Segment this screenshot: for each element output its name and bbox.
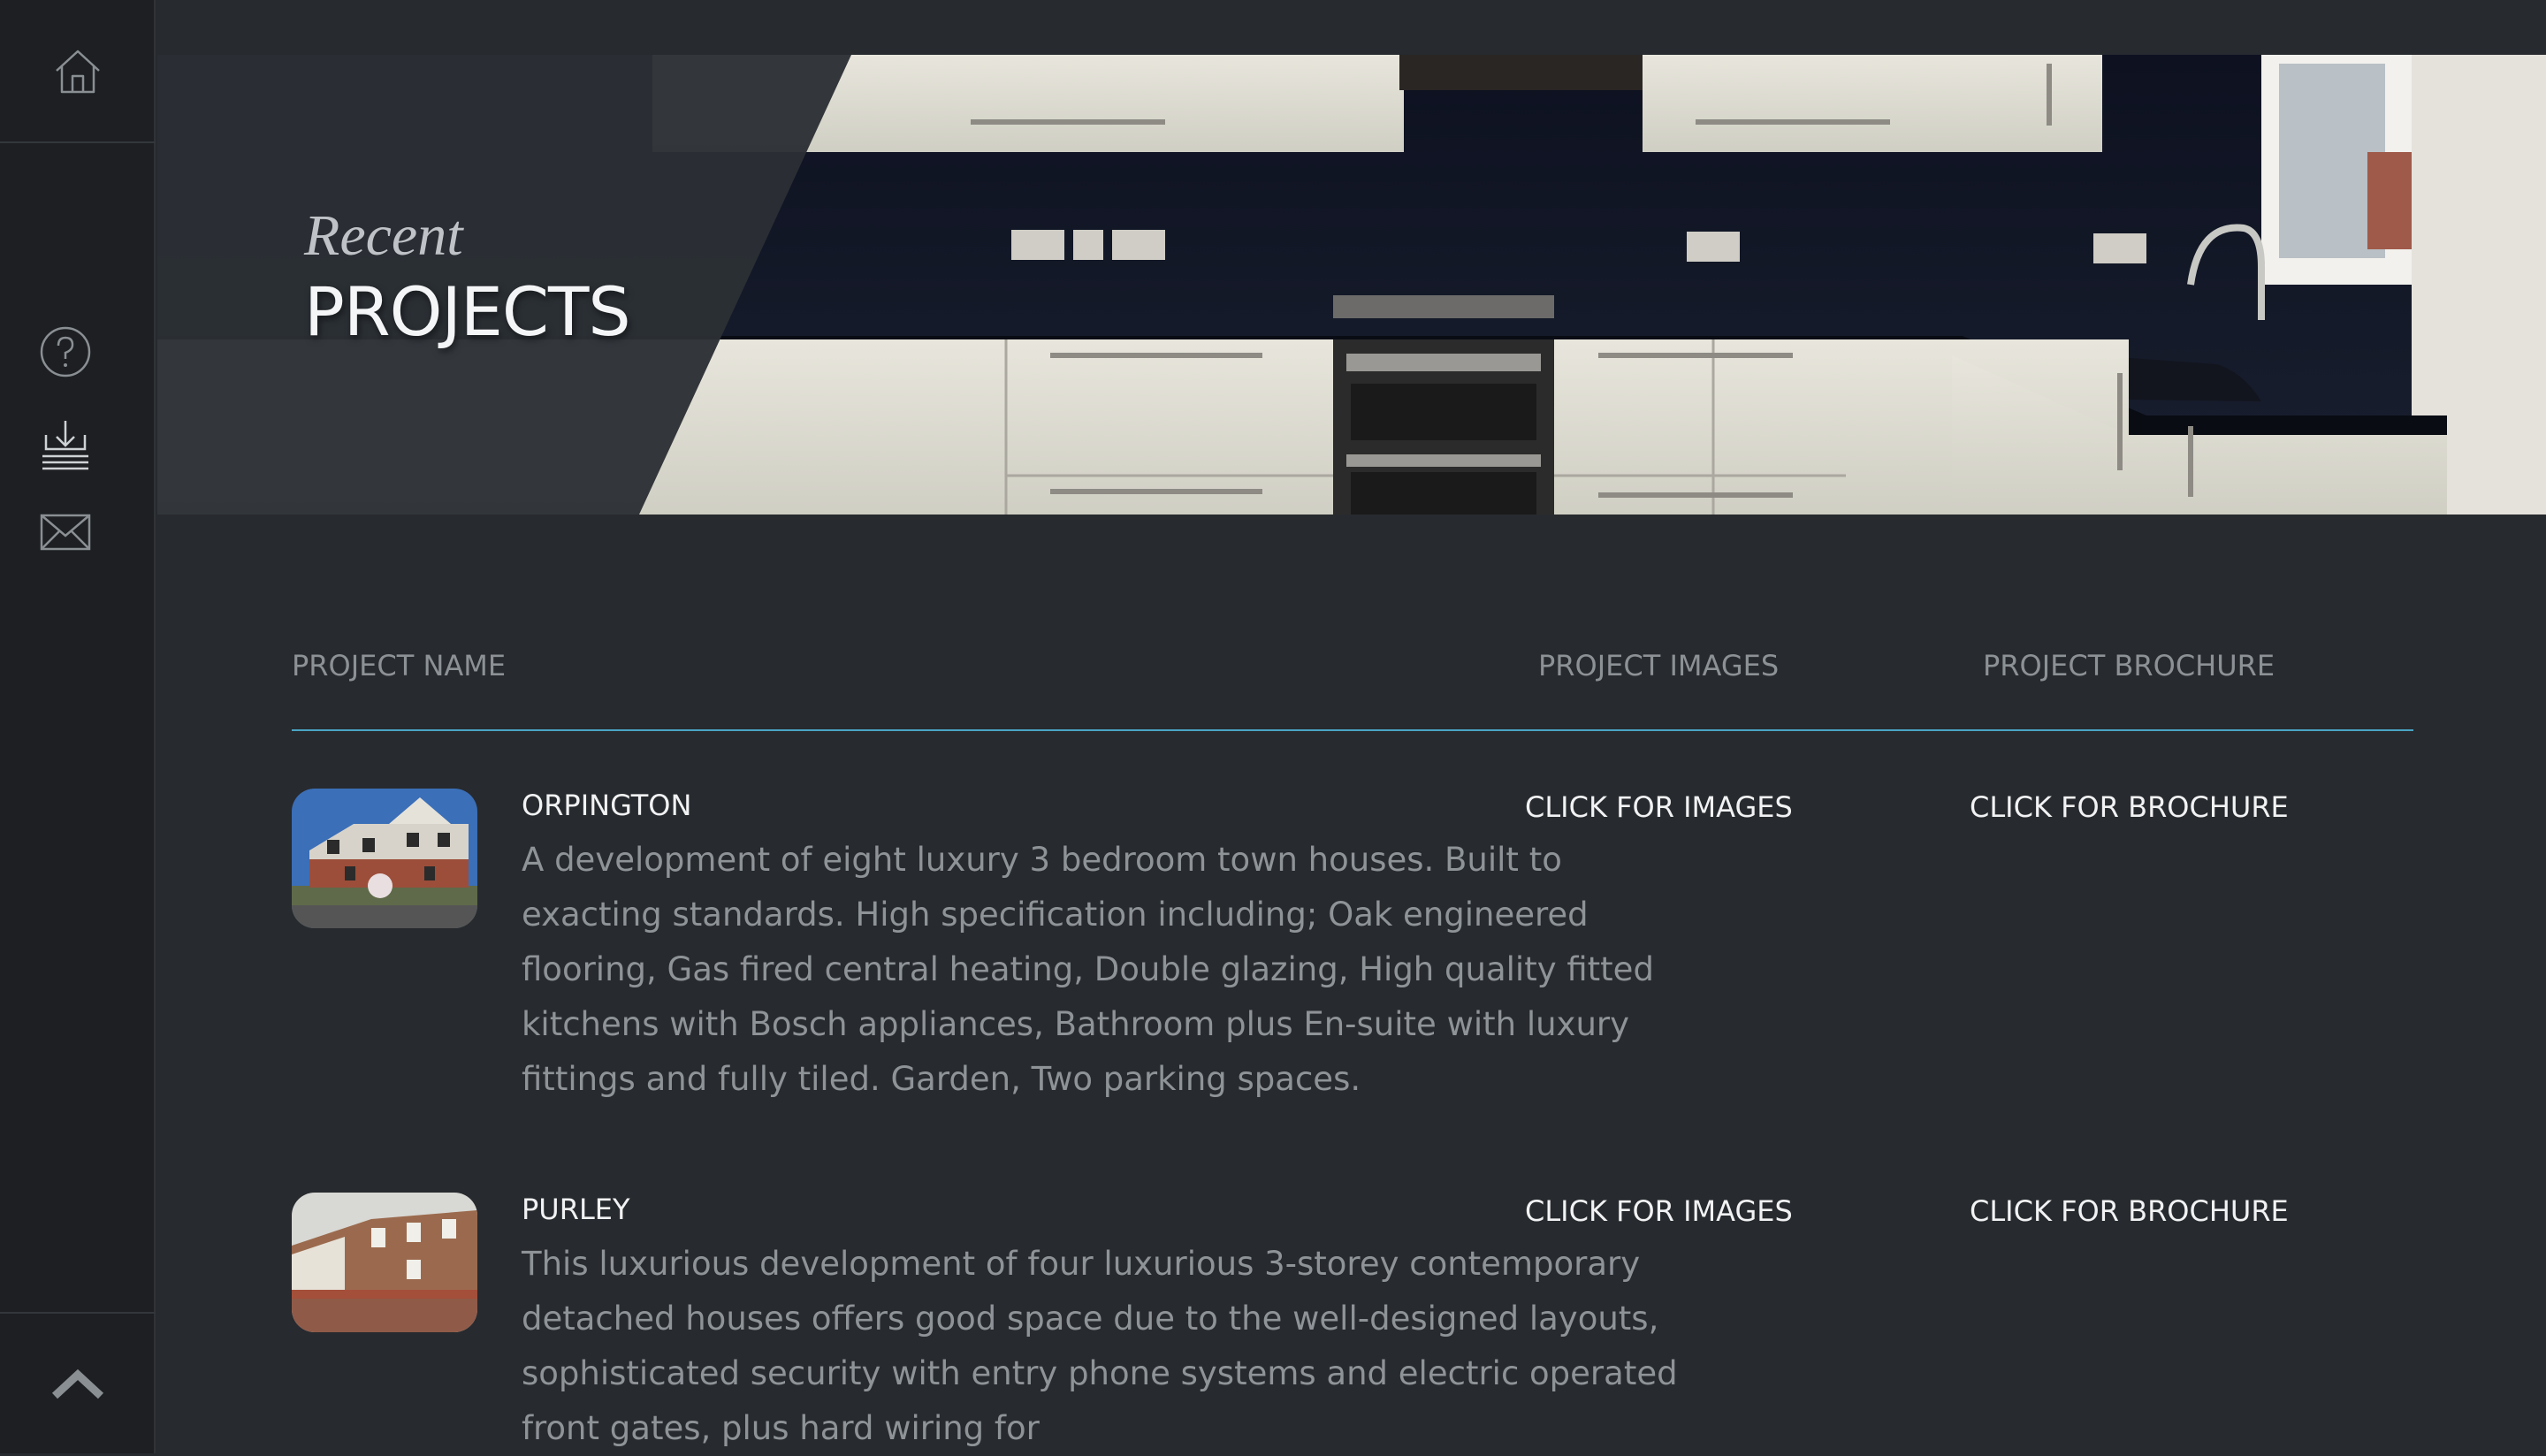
hero-banner: Recent PROJECTS: [157, 55, 2546, 515]
project-thumbnail[interactable]: [292, 1193, 477, 1332]
purley-house-image: [292, 1193, 477, 1332]
project-name: ORPINGTON: [522, 789, 692, 822]
mail-button[interactable]: [0, 513, 131, 552]
home-button[interactable]: [0, 0, 156, 143]
images-link[interactable]: CLICK FOR IMAGES: [1525, 1194, 1793, 1228]
help-icon: [40, 326, 91, 377]
scroll-top-button[interactable]: [0, 1312, 156, 1453]
hero-title-large: PROJECTS: [304, 272, 631, 351]
project-description: A development of eight luxury 3 bedroom …: [522, 841, 1654, 1098]
header-project-name: PROJECT NAME: [292, 649, 507, 682]
images-link[interactable]: CLICK FOR IMAGES: [1525, 790, 1793, 824]
download-icon: [42, 421, 88, 470]
brochure-link[interactable]: CLICK FOR BROCHURE: [1970, 790, 2289, 824]
hero-title: Recent PROJECTS: [304, 203, 631, 352]
sidebar: [0, 0, 156, 1453]
top-bar: [157, 0, 2546, 55]
brochure-link[interactable]: CLICK FOR BROCHURE: [1970, 1194, 2289, 1228]
chevron-up-icon: [51, 1368, 104, 1399]
download-button[interactable]: [0, 417, 131, 472]
header-project-images: PROJECT IMAGES: [1538, 649, 1780, 682]
home-icon: [56, 50, 100, 94]
project-thumbnail[interactable]: [292, 789, 477, 928]
hero-title-small: Recent: [304, 203, 463, 268]
mail-icon: [40, 514, 91, 551]
header-project-brochure: PROJECT BROCHURE: [1983, 649, 2275, 682]
header-divider: [292, 729, 2413, 731]
help-button[interactable]: [0, 325, 131, 378]
project-description: This luxurious development of four luxur…: [522, 1245, 1678, 1447]
orpington-house-image: [292, 789, 477, 928]
project-name: PURLEY: [522, 1193, 630, 1226]
